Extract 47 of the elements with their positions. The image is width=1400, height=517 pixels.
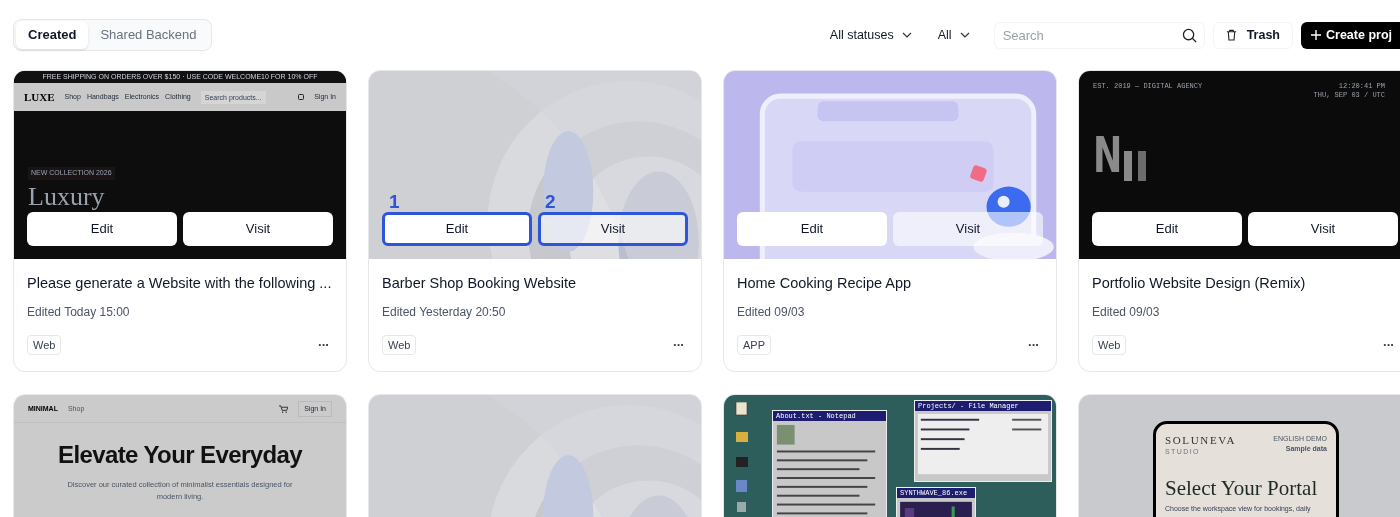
more-button[interactable]: ··· <box>317 335 333 355</box>
filter-dropdown[interactable]: All <box>929 21 978 49</box>
cart-icon <box>279 404 289 413</box>
project-tag: Web <box>1092 334 1127 356</box>
edited-time: Edited Today 15:00 <box>27 303 131 321</box>
preview-action-button[interactable]: Visit <box>1248 212 1398 246</box>
project-title: Barber Shop Booking Website <box>382 274 577 293</box>
project-card[interactable] <box>13 70 347 373</box>
tab[interactable]: Created <box>16 21 89 49</box>
more-button[interactable]: ··· <box>672 335 688 355</box>
create-project-button[interactable]: Create proj <box>1301 21 1400 49</box>
edited-time: Edited 09/03 <box>1092 303 1161 321</box>
portal-heading: Select Your Portal <box>1165 476 1318 501</box>
project-tag: Web <box>382 334 417 356</box>
edited-time: Edited 09/03 <box>737 303 806 321</box>
bag-icon <box>298 94 305 100</box>
preview-action-button[interactable]: Visit <box>893 212 1043 246</box>
annotation-number: 1 <box>389 190 400 214</box>
annotation-number: 2 <box>545 190 556 214</box>
chevron-down-icon <box>959 32 970 38</box>
search-field[interactable]: Search <box>993 21 1205 49</box>
hero-heading: Elevate Your Everyday <box>57 440 304 471</box>
hero-heading: Luxury <box>28 183 105 211</box>
chevron-down-icon <box>901 32 912 38</box>
project-tag: APP <box>737 334 771 356</box>
hero-heading: N <box>1093 129 1123 181</box>
site-logo: LUXE <box>24 89 55 105</box>
trash-button[interactable]: Trash <box>1212 21 1293 49</box>
project-title: Home Cooking Recipe App <box>737 274 913 293</box>
more-button[interactable]: ··· <box>1027 335 1043 355</box>
search-icon <box>1181 27 1197 43</box>
filter-dropdown[interactable]: All statuses <box>821 21 920 49</box>
edited-time: Edited Yesterday 20:50 <box>382 303 507 321</box>
preview-action-button[interactable]: Edit <box>1092 212 1242 246</box>
project-title: Portfolio Website Design (Remix) <box>1092 274 1307 293</box>
brand-logo: SOLUNEVA <box>1165 434 1237 448</box>
project-card[interactable]: Edit 1 Visit 2 Barber Shop Booking Website Edited Yesterday 20:50 Web ··· <box>368 70 702 373</box>
project-tag: Web <box>27 334 62 356</box>
preview-action-button[interactable]: Edit <box>737 212 887 246</box>
preview-action-button[interactable]: Edit <box>27 212 177 246</box>
preview-action-button[interactable]: Visit <box>183 212 333 246</box>
more-button[interactable]: ··· <box>1382 335 1398 355</box>
plus-icon <box>1311 30 1321 40</box>
trash-icon <box>1225 29 1237 41</box>
project-card[interactable]: Edit Visit Home Cooking Recipe App Edited 09/03 APP ··· <box>723 70 1057 373</box>
tab[interactable]: Shared Backend <box>88 21 209 49</box>
project-title: Please generate a Website with the following ... <box>27 274 333 293</box>
